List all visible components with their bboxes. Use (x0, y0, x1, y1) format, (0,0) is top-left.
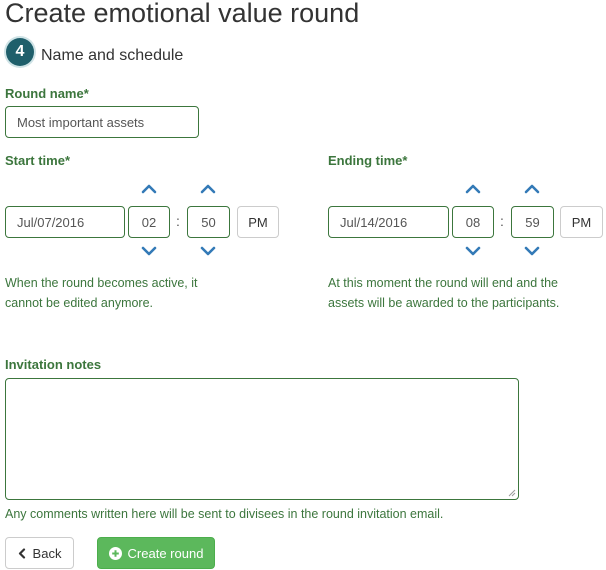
back-button[interactable]: Back (5, 537, 74, 569)
page-title: Create emotional value round (5, 0, 360, 28)
ending-time-help: At this moment the round will end and th… (328, 276, 560, 310)
round-name-label: Round name* (5, 86, 89, 101)
step-badge: 4 (6, 38, 34, 66)
end-minute-input[interactable]: 59 (511, 206, 554, 238)
start-hour-increment-icon[interactable] (140, 183, 158, 195)
chevron-left-icon (18, 547, 25, 559)
ending-time-label: Ending time* (328, 153, 408, 168)
start-hour-input[interactable]: 02 (128, 206, 170, 238)
start-time-label: Start time* (5, 153, 71, 168)
start-meridian-toggle[interactable]: PM (237, 206, 279, 238)
start-date-input[interactable]: Jul/07/2016 (5, 206, 125, 238)
start-time-help: When the round becomes active, it cannot… (5, 276, 198, 310)
start-minute-increment-icon[interactable] (199, 183, 217, 195)
end-hour-increment-icon[interactable] (464, 183, 482, 195)
start-minute-decrement-icon[interactable] (199, 245, 217, 257)
step-label: Name and schedule (41, 47, 184, 64)
end-meridian-toggle[interactable]: PM (560, 206, 603, 238)
end-date-input[interactable]: Jul/14/2016 (328, 206, 449, 238)
end-minute-decrement-icon[interactable] (523, 245, 541, 257)
start-time-separator: : (176, 213, 180, 229)
end-hour-input[interactable]: 08 (452, 206, 494, 238)
round-name-input[interactable]: Most important assets (5, 106, 199, 138)
resize-grip-icon[interactable] (508, 489, 516, 497)
invitation-notes-label: Invitation notes (5, 357, 102, 372)
create-round-button[interactable]: Create round (97, 537, 215, 569)
invitation-notes-help: Any comments written here will be sent t… (5, 507, 444, 521)
end-hour-decrement-icon[interactable] (464, 245, 482, 257)
plus-circle-icon (108, 546, 122, 560)
end-time-separator: : (500, 213, 504, 229)
invitation-notes-textarea[interactable] (5, 378, 519, 500)
create-round-button-label: Create round (127, 545, 204, 561)
end-minute-increment-icon[interactable] (523, 183, 541, 195)
start-hour-decrement-icon[interactable] (140, 245, 158, 257)
back-button-label: Back (32, 545, 62, 561)
start-minute-input[interactable]: 50 (187, 206, 230, 238)
